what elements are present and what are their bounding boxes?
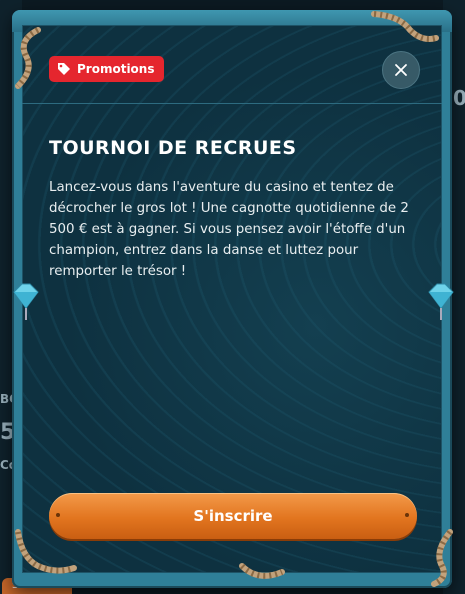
diamond-right-icon [428,283,454,320]
promo-title: TOURNOI DE RECRUES [49,137,297,159]
background-text: 0 [453,86,465,110]
rope-top-left-icon [15,27,41,89]
close-button[interactable] [382,51,420,89]
signup-button-label: S'inscrire [193,507,273,525]
nail-icon [56,513,60,517]
header-divider [22,103,442,104]
modal-content-panel [22,25,442,573]
rope-bottom-right-icon [431,529,453,587]
tag-icon [58,63,70,75]
promotions-badge-label: Promotions [77,62,155,76]
rope-bottom-center-icon [239,563,285,579]
promo-description: Lancez-vous dans l'aventure du casino et… [49,180,409,279]
promotions-badge: Promotions [49,56,165,82]
rope-top-right-icon [371,11,439,42]
close-icon [395,64,407,76]
signup-button[interactable]: S'inscrire [49,493,417,539]
diamond-left-icon [13,283,39,320]
nail-icon [405,513,409,517]
